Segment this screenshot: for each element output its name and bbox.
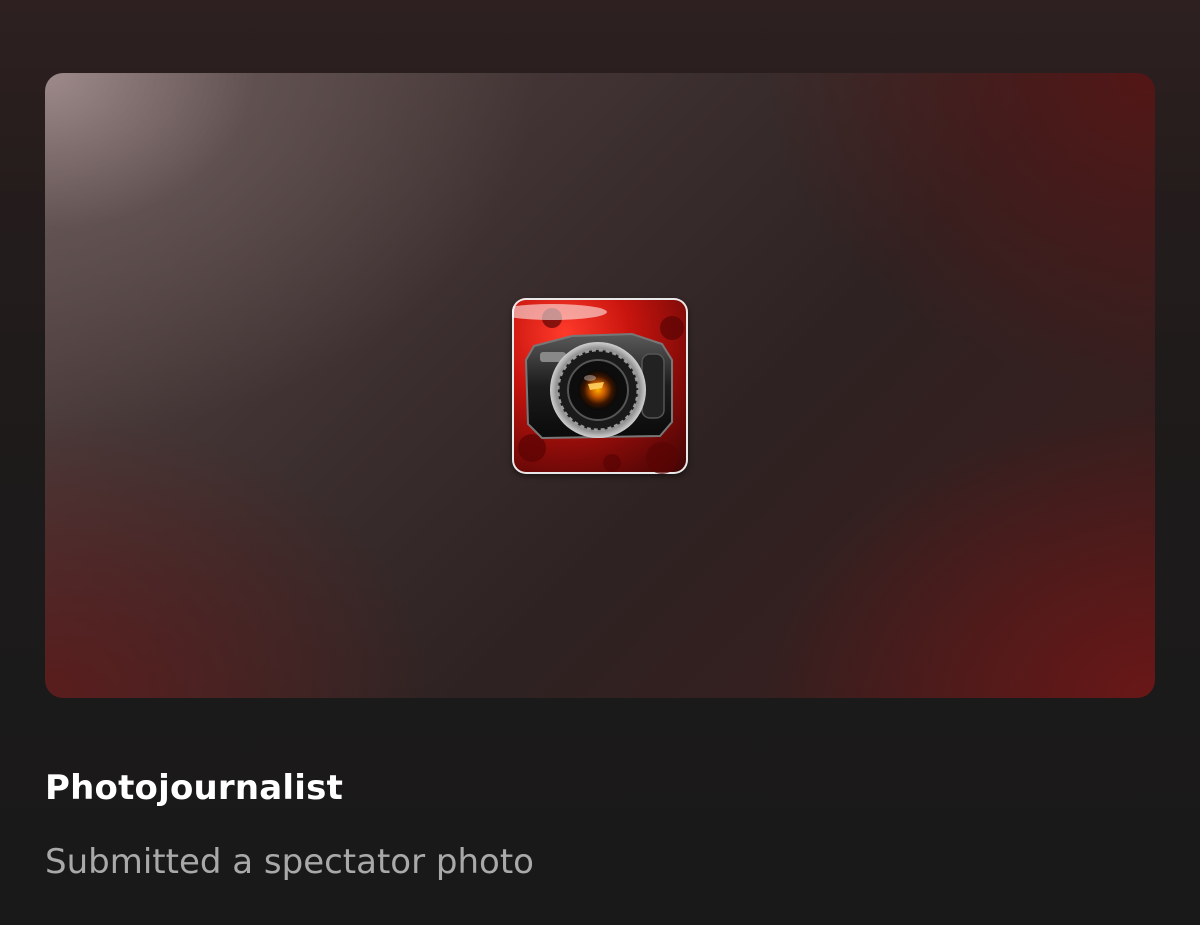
achievement-hero-card	[45, 73, 1155, 698]
achievement-page: Photojournalist Submitted a spectator ph…	[0, 0, 1200, 925]
camera-badge-icon	[512, 298, 688, 474]
achievement-title: Photojournalist	[45, 768, 344, 808]
achievement-description: Submitted a spectator photo	[45, 842, 534, 882]
